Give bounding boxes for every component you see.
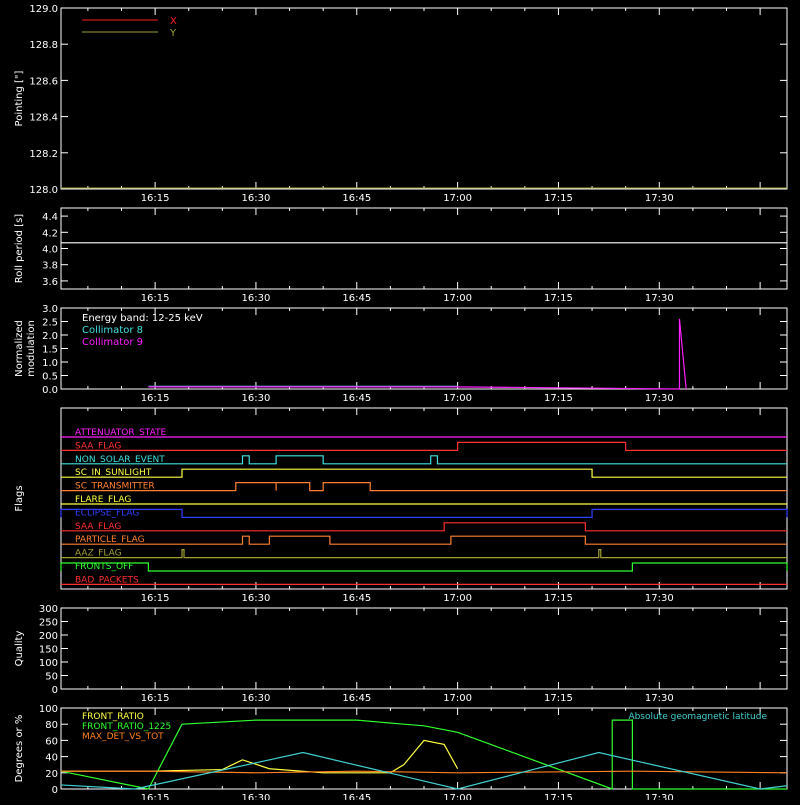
y-axis-label: Flags	[14, 485, 25, 511]
y-tick-label: 128.8	[29, 40, 58, 51]
y-tick-label: 128.4	[29, 113, 58, 124]
y-tick-label: 0	[52, 685, 58, 696]
y-tick-label: 100	[39, 658, 58, 669]
y-axis-label: Pointing ["]	[14, 70, 25, 126]
x-tick-label: 16:30	[242, 693, 271, 704]
x-tick-label: 16:45	[342, 593, 371, 604]
series-line-1	[148, 318, 687, 390]
y-tick-label: 80	[45, 720, 58, 731]
flag-line	[60, 562, 788, 572]
x-tick-label: 17:15	[544, 793, 573, 800]
flag-line	[61, 548, 787, 559]
flag-line	[61, 468, 787, 478]
y-tick-label: 128.6	[29, 76, 58, 87]
y-tick-label: 128.2	[29, 149, 58, 160]
flag-line	[61, 455, 787, 465]
y-tick-label: 4.0	[42, 245, 58, 256]
x-tick-label: 17:30	[645, 193, 674, 204]
y-tick-label: 0.5	[42, 372, 58, 383]
y-tick-label: 300	[39, 604, 58, 615]
y-tick-label: 0.0	[42, 385, 58, 396]
x-tick-label: 16:45	[342, 393, 371, 404]
x-tick-label: 16:30	[242, 593, 271, 604]
x-tick-label: 17:15	[544, 693, 573, 704]
x-tick-label: 16:45	[342, 693, 371, 704]
x-tick-label: 17:00	[443, 693, 472, 704]
legend-label: Collimator 8	[82, 325, 143, 336]
geomag-label: Absolute geomagnetic latitude	[628, 712, 767, 722]
x-tick-label: 17:30	[645, 293, 674, 304]
y-tick-label: 20	[45, 769, 58, 780]
y-tick-label: 150	[39, 645, 58, 656]
x-tick-label: 16:45	[342, 793, 371, 800]
panel-frame	[60, 207, 788, 290]
flag-line	[61, 535, 787, 545]
x-tick-label: 17:00	[443, 593, 472, 604]
x-tick-label: 17:15	[544, 593, 573, 604]
x-tick-label: 17:30	[645, 393, 674, 404]
y-tick-label: 2.0	[42, 331, 58, 342]
panel-frame	[60, 407, 788, 590]
x-tick-label: 17:30	[645, 793, 674, 800]
x-tick-label: 16:15	[141, 293, 170, 304]
x-tick-label: 16:45	[342, 193, 371, 204]
y-tick-label: 3.8	[42, 261, 58, 272]
y-tick-label: 4.2	[42, 228, 58, 239]
legend-label: MAX_DET_VS_TOT	[82, 732, 164, 742]
y-axis-label: Quality	[14, 631, 25, 667]
x-tick-label: 16:45	[342, 293, 371, 304]
y-tick-label: 3.6	[42, 277, 58, 288]
y-tick-label: 0	[52, 785, 58, 796]
y-tick-label: 1.5	[42, 345, 58, 356]
legend-label: FRONT_RATIO	[82, 712, 144, 722]
y-tick-label: 4.4	[42, 212, 58, 223]
series-line-0	[61, 739, 459, 774]
flag-line	[61, 482, 787, 492]
y-axis-label: Roll period [s]	[14, 214, 25, 283]
x-tick-label: 16:15	[141, 593, 170, 604]
y-axis-label: Normalizedmodulation	[14, 320, 37, 377]
chart-figure: 16:15 16:30 16:45 17:00 17:15 17:30 Pointing […	[0, 0, 800, 804]
flag-line	[60, 508, 788, 519]
panel-frame	[60, 607, 788, 690]
x-tick-label: 17:00	[443, 393, 472, 404]
y-tick-label: 2.5	[42, 318, 58, 329]
y-axis-label: Degrees or %	[14, 715, 25, 783]
x-tick-label: 16:15	[141, 393, 170, 404]
y-tick-label: 3.0	[42, 304, 58, 315]
x-tick-label: 17:00	[443, 293, 472, 304]
legend-label: Y	[169, 28, 177, 39]
y-tick-label: 1.0	[42, 358, 58, 369]
x-tick-label: 16:30	[242, 793, 271, 800]
y-tick-label: 100	[39, 704, 58, 715]
y-tick-label: 250	[39, 618, 58, 629]
x-tick-label: 17:15	[544, 293, 573, 304]
x-tick-label: 17:30	[645, 593, 674, 604]
legend-label: FRONT_RATIO_1225	[82, 722, 171, 732]
legend-label: Collimator 9	[82, 337, 143, 348]
x-tick-label: 17:30	[645, 693, 674, 704]
flag-line	[61, 441, 787, 451]
x-tick-label: 16:30	[242, 293, 271, 304]
chart-svg: 16:15 16:30 16:45 17:00 17:15 17:30 Pointing […	[14, 4, 788, 804]
y-tick-label: 200	[39, 631, 58, 642]
y-tick-label: 50	[45, 672, 58, 683]
y-tick-label: 40	[45, 753, 58, 764]
y-tick-label: 60	[45, 736, 58, 747]
y-tick-label: 129.0	[29, 4, 58, 15]
series-line-2	[61, 770, 788, 774]
y-tick-label: 128.0	[29, 185, 58, 196]
x-tick-label: 17:15	[544, 193, 573, 204]
x-tick-label: 17:15	[544, 393, 573, 404]
x-tick-label: 16:15	[141, 193, 170, 204]
x-tick-label: 17:00	[443, 793, 472, 800]
x-tick-label: 16:15	[141, 793, 170, 800]
x-tick-label: 16:30	[242, 393, 271, 404]
x-tick-label: 16:15	[141, 693, 170, 704]
energy-band-label: Energy band: 12-25 keV	[82, 313, 203, 324]
legend-label: X	[170, 16, 177, 27]
flag-line	[61, 522, 787, 532]
x-tick-label: 16:30	[242, 193, 271, 204]
x-tick-label: 17:00	[443, 193, 472, 204]
